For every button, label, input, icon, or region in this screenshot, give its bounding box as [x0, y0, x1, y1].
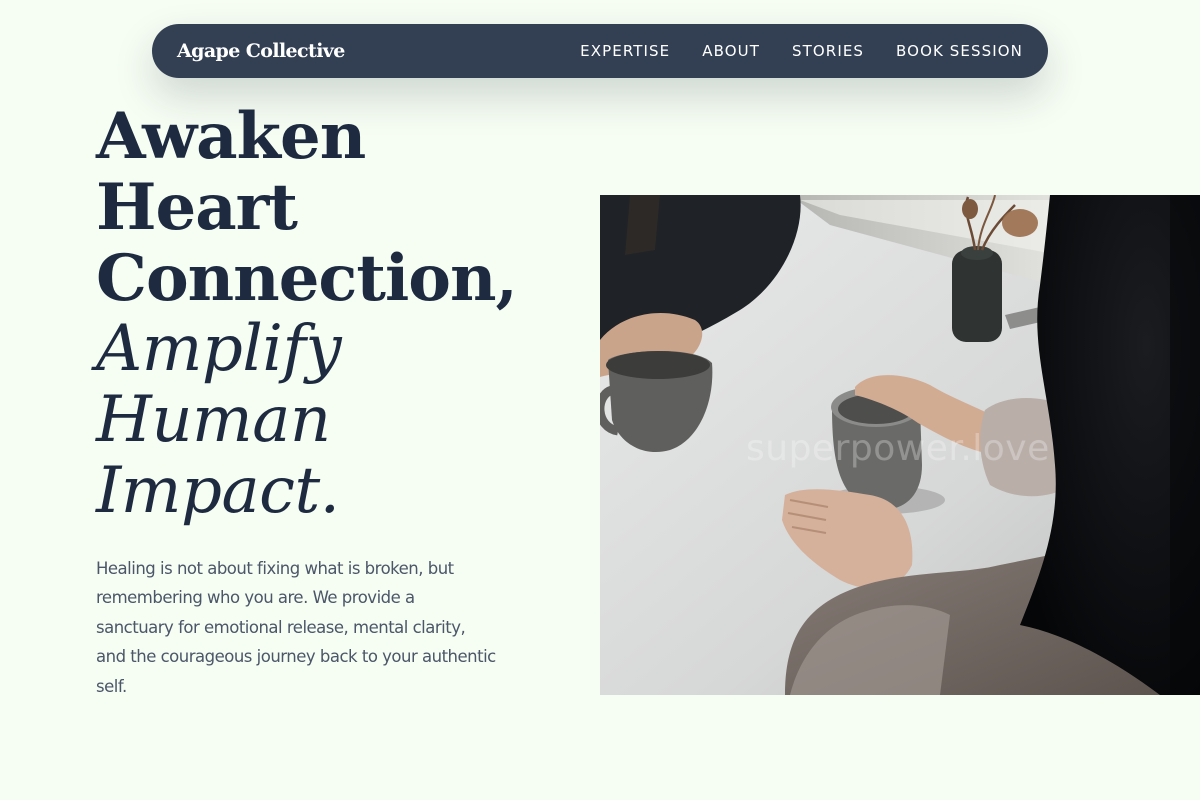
- nav-link-book-session[interactable]: BOOK SESSION: [896, 42, 1023, 60]
- page: Agape Collective EXPERTISE ABOUT STORIES…: [0, 0, 1200, 800]
- hero-title-italic-line-3: Impact.: [96, 454, 340, 528]
- nav-link-about[interactable]: ABOUT: [702, 42, 760, 60]
- hero-title: Awaken Heart Connection, Amplify Human I…: [96, 99, 518, 528]
- top-navigation: Agape Collective EXPERTISE ABOUT STORIES…: [152, 24, 1048, 78]
- hero-description: Healing is not about fixing what is brok…: [96, 559, 496, 696]
- hero-photo: superpower.love: [600, 195, 1200, 695]
- image-watermark: superpower.love: [746, 428, 1050, 469]
- hero-title-line-1: Awaken: [96, 99, 366, 174]
- hero-title-line-3: Connection,: [96, 241, 518, 316]
- brand-logo[interactable]: Agape Collective: [177, 40, 345, 62]
- nav-link-expertise[interactable]: EXPERTISE: [580, 42, 670, 60]
- hero-title-line-2: Heart: [96, 170, 298, 245]
- hero-title-italic-line-2: Human: [96, 383, 331, 457]
- hero-title-italic-line-1: Amplify: [96, 312, 342, 386]
- nav-link-stories[interactable]: STORIES: [792, 42, 864, 60]
- nav-links: EXPERTISE ABOUT STORIES BOOK SESSION: [580, 42, 1023, 60]
